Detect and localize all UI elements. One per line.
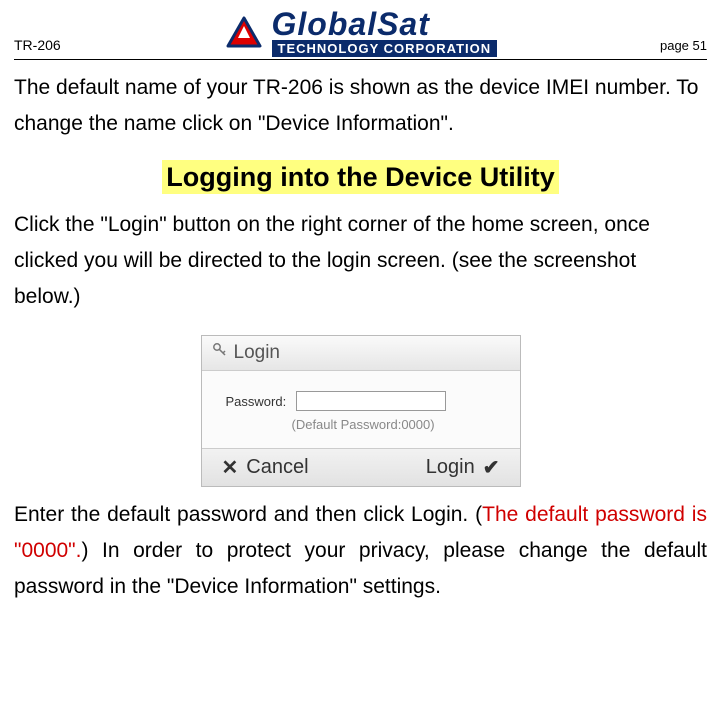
login-body: Password: (Default Password:0000) xyxy=(202,371,520,448)
close-icon: ✕ xyxy=(222,455,239,480)
cancel-label: Cancel xyxy=(246,456,308,479)
logo-brand-text: GlobalSat xyxy=(272,8,498,40)
logo-area: GlobalSat TECHNOLOGY CORPORATION xyxy=(224,8,498,57)
login-instruction-paragraph: Click the "Login" button on the right co… xyxy=(14,207,707,314)
final-pre: Enter the default password and then clic… xyxy=(14,503,482,526)
login-footer: ✕ Cancel Login ✔ xyxy=(202,448,520,486)
section-title-wrap: Logging into the Device Utility xyxy=(14,162,707,193)
doc-id: TR-206 xyxy=(14,37,61,57)
password-label: Password: xyxy=(226,394,287,409)
login-title-text: Login xyxy=(234,342,281,364)
page-number: page 51 xyxy=(660,38,707,57)
key-icon xyxy=(212,342,228,364)
logo-text-stack: GlobalSat TECHNOLOGY CORPORATION xyxy=(272,8,498,57)
password-input[interactable] xyxy=(296,391,446,411)
login-titlebar: Login xyxy=(202,336,520,371)
cancel-button[interactable]: ✕ Cancel xyxy=(222,455,309,480)
final-paragraph: Enter the default password and then clic… xyxy=(14,497,707,604)
check-icon: ✔ xyxy=(483,455,500,480)
document-page: TR-206 GlobalSat TECHNOLOGY CORPORATION … xyxy=(0,0,721,646)
final-post: ) In order to protect your privacy, plea… xyxy=(14,539,707,598)
page-header: TR-206 GlobalSat TECHNOLOGY CORPORATION … xyxy=(14,8,707,60)
section-title: Logging into the Device Utility xyxy=(162,160,559,194)
login-screenshot: Login Password: (Default Password:0000) … xyxy=(201,335,521,487)
password-row: Password: xyxy=(226,391,496,411)
password-hint: (Default Password:0000) xyxy=(226,417,496,432)
logo-sub-text: TECHNOLOGY CORPORATION xyxy=(272,40,498,57)
globalsat-logo-icon xyxy=(224,14,266,52)
login-button[interactable]: Login ✔ xyxy=(426,455,500,480)
login-label: Login xyxy=(426,456,475,479)
intro-paragraph: The default name of your TR-206 is shown… xyxy=(14,70,707,141)
